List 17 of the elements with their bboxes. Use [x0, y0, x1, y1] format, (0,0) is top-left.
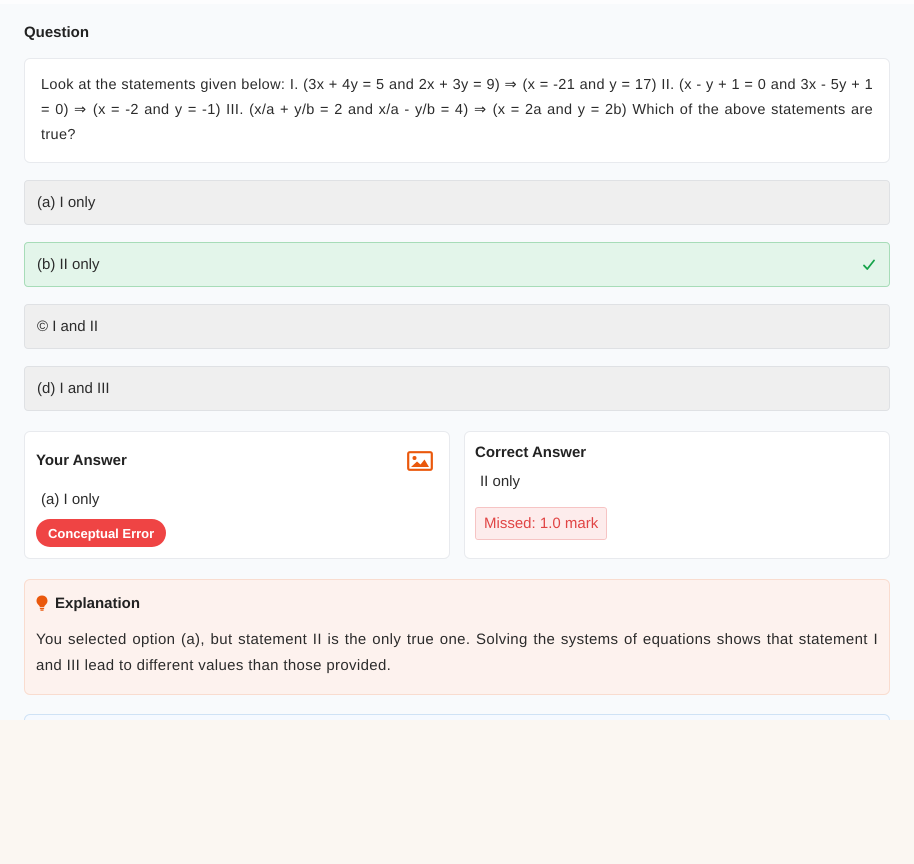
error-tag: Conceptual Error	[36, 519, 166, 547]
your-answer-value: (a) I only	[40, 490, 100, 510]
check-icon	[863, 258, 875, 270]
correct-answer-title: Correct Answer	[475, 443, 586, 463]
explanation-title: Explanation	[55, 594, 140, 612]
answer-option[interactable]: © I and II	[24, 304, 890, 349]
image-icon[interactable]	[407, 451, 433, 471]
explanation-text: You selected option (a), but statement II is the only true one. Solving the systems of equations shows that statement I and III lead to different values than those provided.	[36, 630, 878, 676]
answer-option[interactable]: (a) I only	[24, 180, 890, 225]
question-heading: Question	[24, 24, 90, 42]
answer-option[interactable]: (d) I and III	[24, 366, 890, 411]
lightbulb-icon	[36, 595, 48, 611]
answer-option[interactable]: (b) II only	[24, 242, 890, 287]
correct-answer-value: II only	[479, 472, 520, 492]
question-text: Look at the statements given below: I. (3x + 4y = 5 and 2x + 3y = 9) ⇒ (x = -21 and y = 17) II. (x - y + 1 = 0 and 3x - 5y + 1 = 0) ⇒ (x = -2 and y = -1) III. (x/a + y/b = 2 and x/a - y/b = 4) ⇒ (x = 2a and y = 2b) Which of the above statements are true?	[41, 76, 873, 145]
your-answer-title: Your Answer	[36, 451, 127, 471]
missed-mark-badge: Missed: 1.0 mark	[475, 507, 608, 540]
